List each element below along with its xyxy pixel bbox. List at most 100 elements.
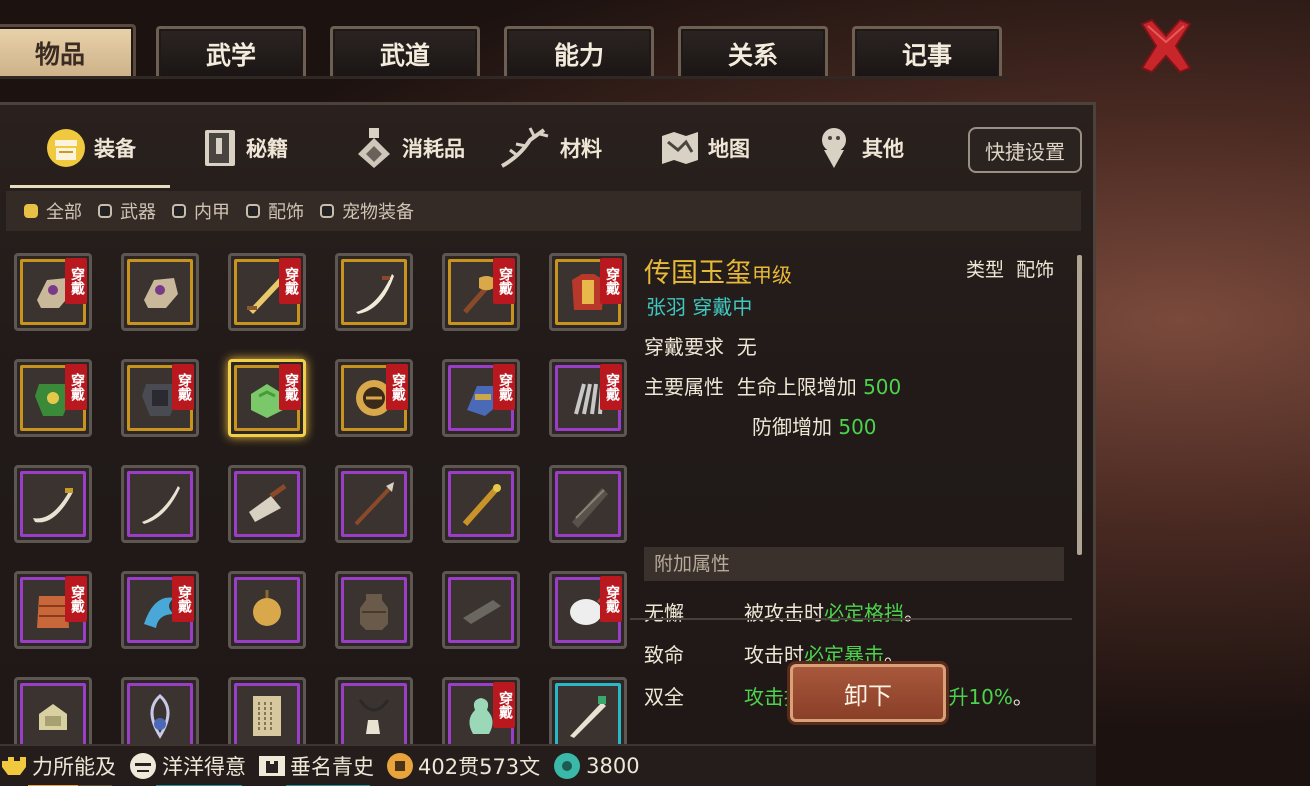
item-slot-frame (341, 577, 407, 643)
pendant-icon (150, 694, 170, 739)
item-slot[interactable] (442, 571, 520, 649)
item-slot[interactable] (335, 571, 413, 649)
category-manuals[interactable]: 秘籍 (202, 123, 288, 173)
item-slot[interactable]: 穿戴 (442, 359, 520, 437)
item-slot[interactable] (549, 465, 627, 543)
tab-journal[interactable]: 记事 (852, 26, 1002, 78)
status-fame: 垂名青史 (258, 751, 374, 786)
radio-icon (320, 204, 334, 218)
category-materials[interactable]: 材料 (500, 123, 602, 173)
tab-abilities[interactable]: 能力 (504, 26, 654, 78)
item-slot[interactable]: 穿戴 (549, 571, 627, 649)
category-maps[interactable]: 地图 (660, 123, 750, 173)
equipped-badge: 穿戴 (65, 258, 87, 304)
item-slot[interactable]: 穿戴 (121, 359, 199, 437)
item-slot-frame (234, 471, 300, 537)
filter-inner-armor[interactable]: 内甲 (172, 198, 230, 224)
item-slot[interactable]: 穿戴 (121, 571, 199, 649)
equipped-badge: 穿戴 (493, 682, 515, 728)
tab-items[interactable]: 物品 (0, 24, 136, 78)
scroll-case-icon (572, 488, 608, 528)
potion-icon (358, 128, 390, 168)
item-slot[interactable] (121, 253, 199, 331)
item-slot-frame: 穿戴 (127, 576, 194, 643)
item-slot[interactable]: 穿戴 (335, 359, 413, 437)
unequip-button[interactable]: 卸下 (790, 664, 946, 722)
status-money: 402贯573文 (386, 751, 540, 781)
category-label: 秘籍 (246, 137, 288, 161)
item-slot-frame: 穿戴 (127, 364, 194, 431)
detail-scrollbar[interactable] (1077, 255, 1082, 555)
seal-stone-icon (39, 704, 67, 730)
equipped-badge: 穿戴 (65, 364, 87, 410)
status-label: 垂名青史 (290, 755, 374, 779)
filter-accessories[interactable]: 配饰 (246, 198, 304, 224)
close-icon[interactable] (1134, 14, 1198, 78)
jade-coin-icon (554, 753, 581, 779)
item-slot[interactable]: 穿戴 (549, 253, 627, 331)
item-slot-frame (20, 683, 86, 749)
item-slot[interactable] (121, 465, 199, 543)
tab-bar-divider (0, 76, 1010, 79)
item-type: 类型 配饰 (966, 259, 1055, 281)
category-consumables[interactable]: 消耗品 (354, 123, 465, 173)
filter-weapons[interactable]: 武器 (98, 198, 156, 224)
item-slot-frame (234, 577, 300, 643)
radio-checked-icon (24, 204, 38, 218)
item-slot-frame: 穿戴 (555, 364, 622, 431)
category-label: 消耗品 (402, 137, 465, 161)
filter-pet-gear[interactable]: 宠物装备 (320, 198, 414, 224)
filter-label: 全部 (46, 202, 82, 223)
status-label: 力所能及 (32, 755, 116, 779)
filter-bar: 全部 武器 内甲 配饰 宠物装备 (6, 191, 1081, 231)
item-slot[interactable] (14, 465, 92, 543)
filter-label: 武器 (120, 202, 156, 223)
status-mood: 洋洋得意 (128, 751, 246, 786)
jade-value: 3800 (586, 754, 640, 778)
tab-martial-way[interactable]: 武道 (330, 26, 480, 78)
tab-relations[interactable]: 关系 (678, 26, 828, 78)
equipped-badge: 穿戴 (386, 364, 408, 410)
item-slot[interactable] (228, 465, 306, 543)
coin-icon (387, 753, 413, 779)
equipped-badge: 穿戴 (279, 258, 301, 304)
filter-all[interactable]: 全部 (24, 198, 82, 224)
item-slot-frame (341, 259, 407, 325)
item-slot[interactable]: 穿戴 (228, 253, 306, 331)
radio-icon (172, 204, 186, 218)
equipped-badge: 穿戴 (600, 258, 622, 304)
category-other[interactable]: 其他 (814, 123, 904, 173)
item-slot[interactable]: 穿戴 (442, 253, 520, 331)
equipped-badge: 穿戴 (279, 364, 301, 410)
equipped-badge: 穿戴 (172, 576, 194, 622)
item-slot[interactable] (442, 465, 520, 543)
extra-attr-row: 无懈 被攻击时必定格挡。 (644, 601, 924, 625)
item-slot[interactable]: 穿戴 (14, 571, 92, 649)
filter-label: 配饰 (268, 202, 304, 223)
herb-icon (501, 127, 549, 168)
item-slot-frame (127, 471, 193, 537)
item-slot[interactable]: 穿戴 (14, 359, 92, 437)
item-slot[interactable] (335, 253, 413, 331)
main-attr-row: 主要属性 生命上限增加 500 (644, 375, 902, 399)
quick-settings-button[interactable]: 快捷设置 (968, 127, 1082, 173)
item-slot[interactable]: 穿戴 (228, 359, 306, 437)
equipped-badge: 穿戴 (493, 364, 515, 410)
item-slot-frame (127, 683, 193, 749)
other-icon (822, 128, 846, 168)
filter-label: 内甲 (194, 202, 230, 223)
radio-icon (98, 204, 112, 218)
item-slot-frame (448, 577, 514, 643)
active-category-underline (10, 185, 170, 188)
item-slot[interactable] (228, 571, 306, 649)
category-equipment[interactable]: 装备 (46, 123, 136, 173)
item-slot-frame: 穿戴 (20, 364, 87, 431)
plaque-icon (259, 756, 285, 776)
item-slot[interactable]: 穿戴 (549, 359, 627, 437)
spear-icon (354, 482, 394, 526)
item-slot[interactable]: 穿戴 (14, 253, 92, 331)
item-slot[interactable] (335, 465, 413, 543)
tab-martial-arts[interactable]: 武学 (156, 26, 306, 78)
status-strength: 力所能及 (0, 751, 116, 786)
curved-sword-icon (33, 488, 73, 523)
